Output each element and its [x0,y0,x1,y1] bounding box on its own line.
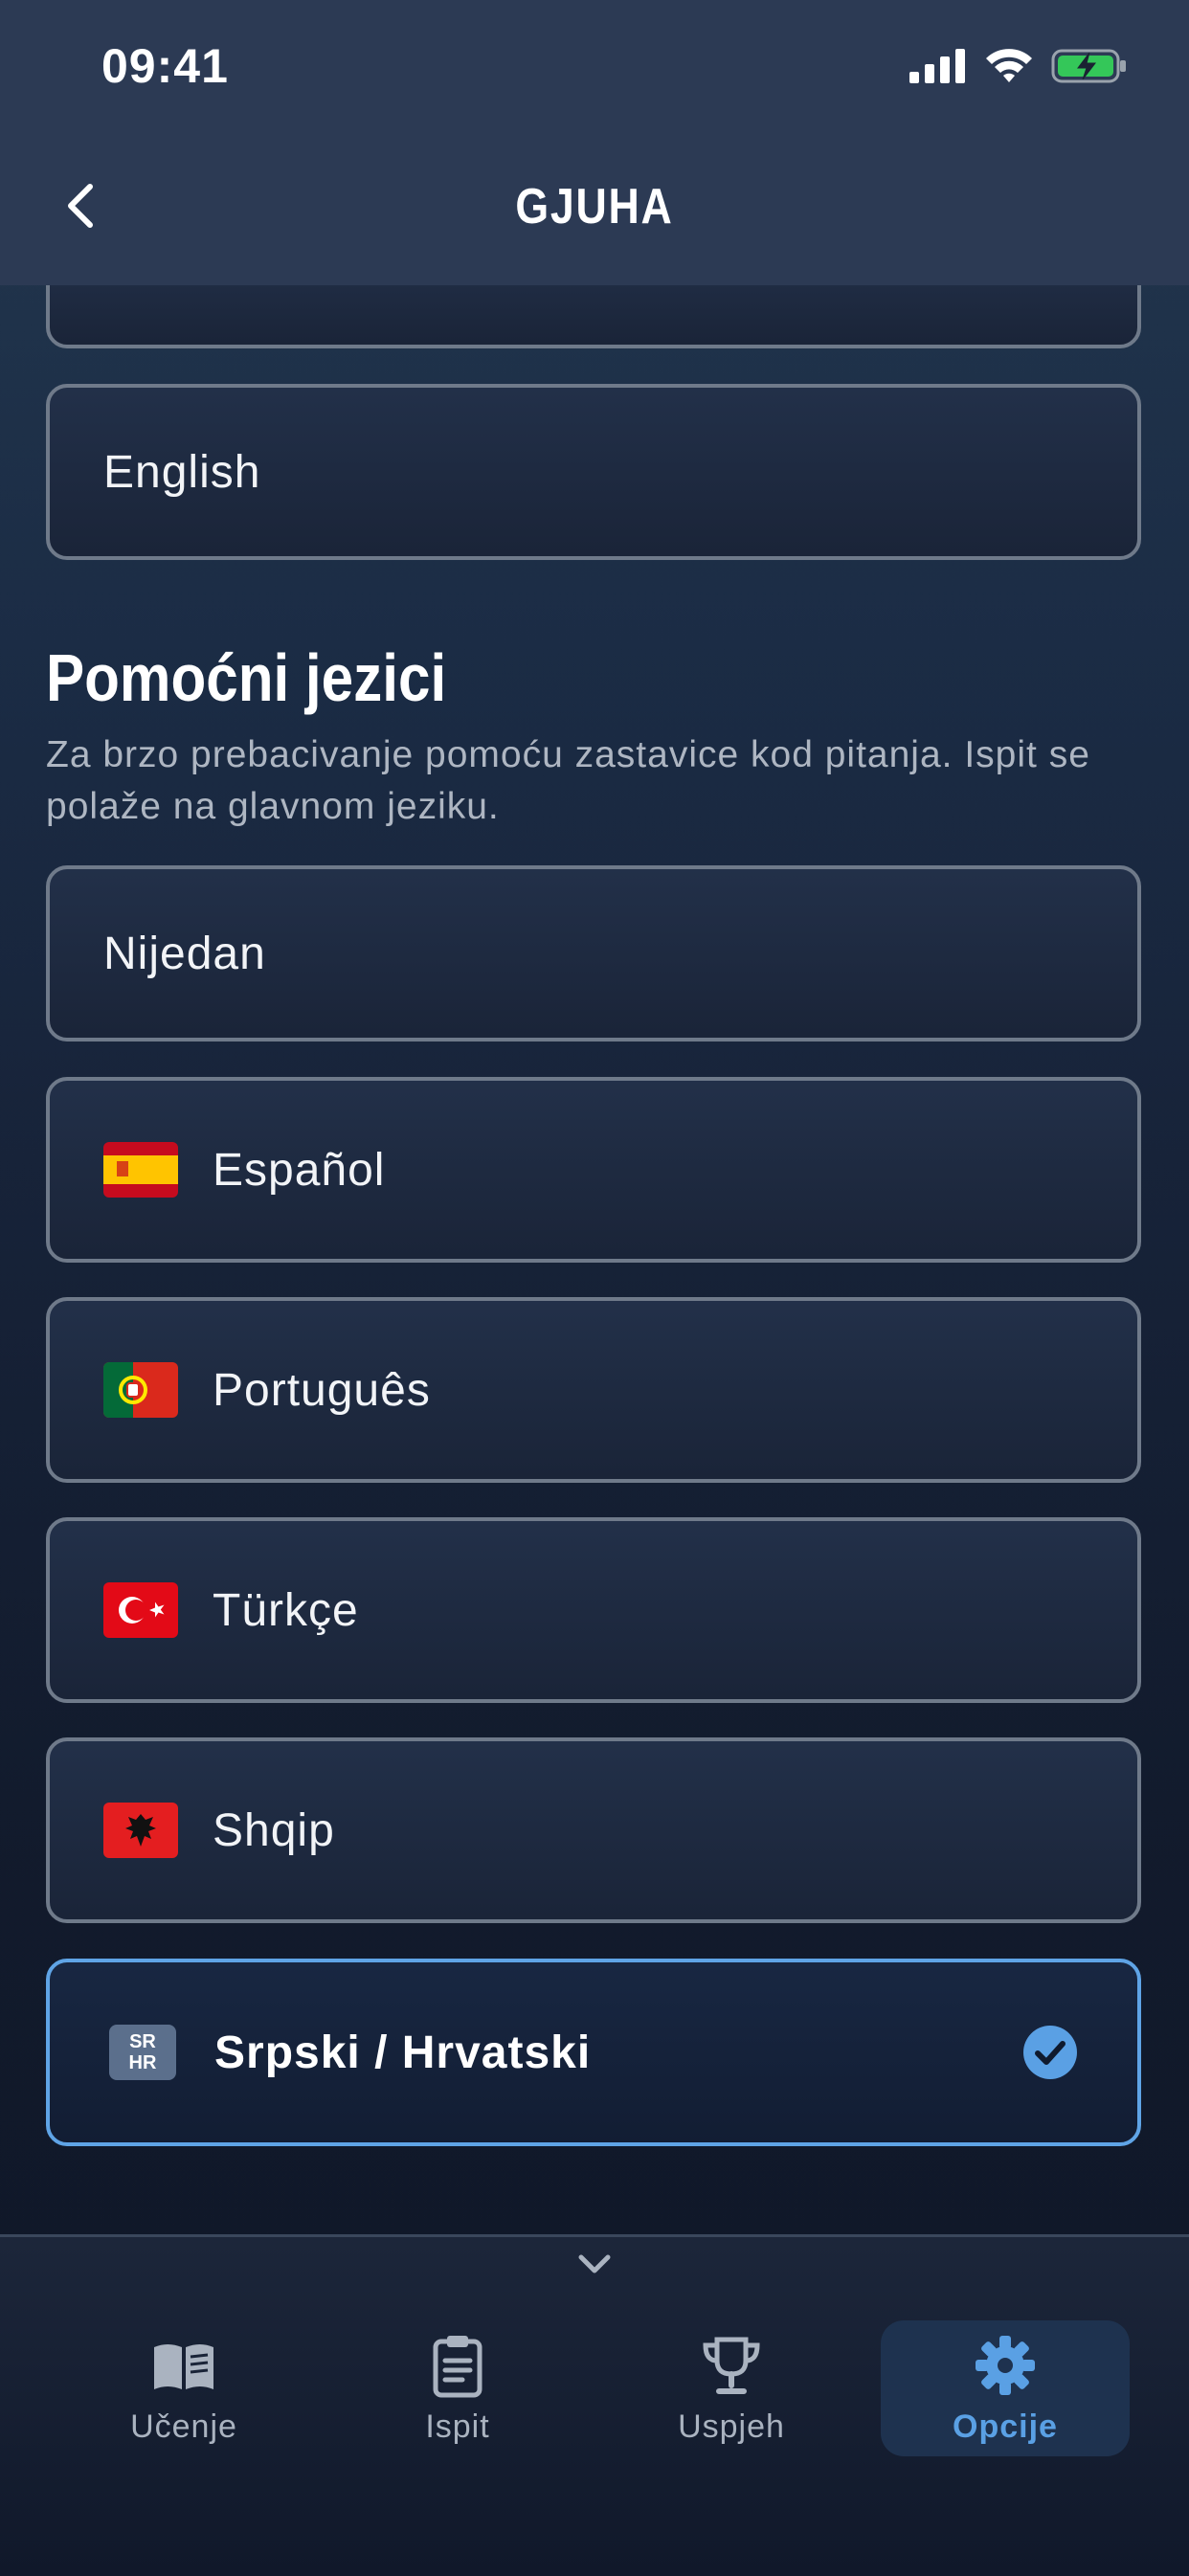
option-label: Shqip [213,1804,335,1856]
aux-option-espanol[interactable]: Español [46,1077,1141,1263]
sr-hr-badge: SR HR [109,2025,176,2080]
tab-label: Učenje [130,2408,237,2445]
section-description: Za brzo prebacivanje pomoću zastavice ko… [46,734,1090,827]
tab-label: Opcije [953,2408,1058,2445]
trophy-icon [703,2337,760,2394]
aux-option-srpski-hrvatski[interactable]: SR HR Srpski / Hrvatski [46,1959,1141,2146]
option-label: Srpski / Hrvatski [214,2027,592,2078]
tab-opcije[interactable]: Opcije [881,2320,1130,2456]
gear-icon [976,2336,1035,2395]
aux-option-turkce[interactable]: Türkçe [46,1517,1141,1703]
option-label: Türkçe [213,1584,359,1636]
clipboard-icon [433,2336,482,2398]
language-option-english[interactable]: English [46,384,1141,560]
status-icons [909,42,1128,90]
wifi-icon [986,49,1032,82]
battery-charging-icon [1051,49,1126,83]
aux-option-none[interactable]: Nijedan [46,865,1141,1042]
tab-label: Uspjeh [678,2408,785,2445]
badge-sr-text: SR [129,2031,156,2052]
cellular-signal-icon [909,49,965,83]
flag-es-icon [103,1142,178,1198]
status-time: 09:41 [101,39,229,93]
aux-option-portugues[interactable]: Português [46,1297,1141,1483]
tab-label: Ispit [425,2408,490,2445]
flag-al-icon [103,1803,178,1858]
flag-pt-icon [103,1362,178,1418]
check-circle-icon [1023,2026,1077,2079]
option-label: Português [213,1364,431,1416]
tab-uspjeh[interactable]: Uspjeh [607,2320,856,2456]
page-title: GJUHA [515,179,674,235]
option-label: English [103,446,261,498]
badge-hr-text: HR [128,2052,157,2073]
aux-option-shqip[interactable]: Shqip [46,1737,1141,1923]
tab-ucenje[interactable]: Učenje [59,2320,308,2456]
flag-tr-icon [103,1582,178,1638]
section-title: Pomoćni jezici [46,640,447,715]
option-label: Español [213,1144,386,1196]
book-icon [154,2344,213,2389]
option-label: Nijedan [103,928,266,979]
tab-ispit[interactable]: Ispit [333,2320,582,2456]
top-bar: 09:41 GJUHA [0,0,1189,285]
chevron-down-icon[interactable] [575,2250,614,2278]
